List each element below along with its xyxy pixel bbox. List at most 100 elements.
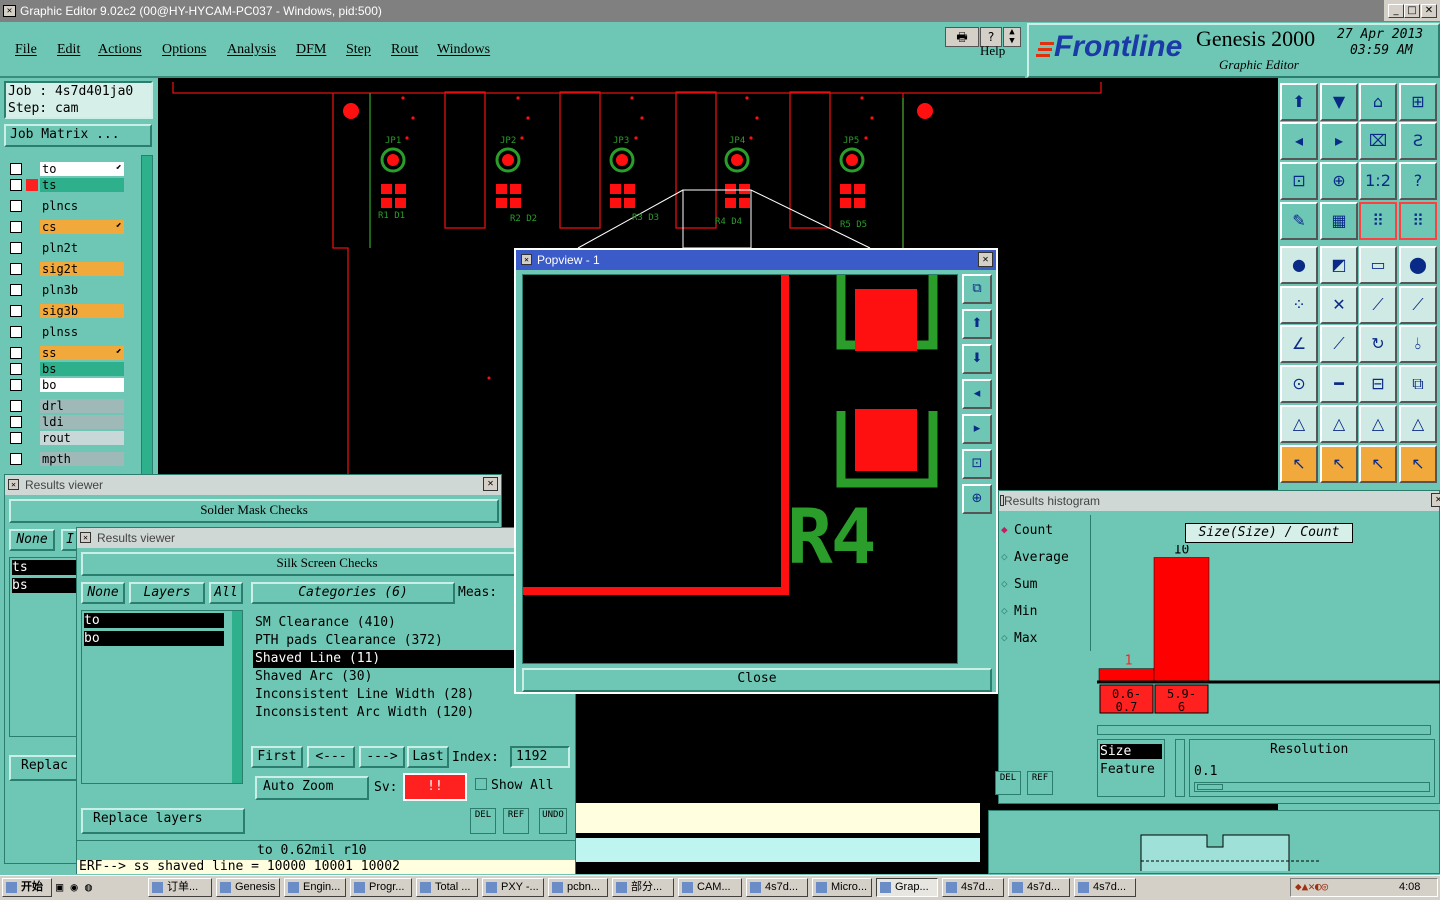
triangle-2-icon[interactable]: △ — [1320, 405, 1358, 443]
pointer-circle-icon[interactable]: ↖ — [1359, 445, 1397, 483]
pan-right-icon[interactable]: ▸ — [1320, 122, 1358, 160]
hist-max-radio[interactable]: ◇ — [1001, 631, 1008, 644]
grid-tool-icon[interactable]: ▦ — [1320, 202, 1358, 240]
menu-windows[interactable]: Windows — [437, 42, 490, 58]
layer-row-sig2t[interactable]: sig2t — [6, 261, 124, 277]
taskbar-item[interactable]: 部分... — [612, 878, 674, 897]
hist-h-scrollbar[interactable] — [1097, 725, 1431, 735]
layer-checkbox-pln3b[interactable] — [10, 284, 22, 296]
hist-min-radio[interactable]: ◇ — [1001, 604, 1008, 617]
layer-checkbox-to[interactable] — [10, 163, 22, 175]
rv2-first-button[interactable]: First — [251, 746, 303, 768]
hist-resolution-thumb[interactable] — [1197, 784, 1223, 790]
taskbar-item[interactable]: 订单... — [148, 878, 212, 897]
pointer-icon[interactable]: ↖ — [1280, 445, 1318, 483]
layer-checkbox-bo[interactable] — [10, 379, 22, 391]
rv2-layer-item-to[interactable]: to — [84, 613, 224, 628]
menu-help[interactable]: Help — [980, 43, 1005, 59]
hist-count-label[interactable]: Count — [1014, 523, 1053, 538]
layer-row-pln3b[interactable]: pln3b — [6, 282, 124, 298]
graph-edit-icon[interactable]: ◩ — [1320, 246, 1358, 284]
menu-analysis[interactable]: Analysis — [227, 42, 276, 58]
layer-checkbox-rout[interactable] — [10, 432, 22, 444]
layer-row-to[interactable]: to ⬋ — [6, 161, 124, 177]
layer-name-mpth[interactable]: mpth — [40, 452, 124, 466]
zoom-extent-icon[interactable]: ⊡ — [1280, 162, 1318, 200]
layer-checkbox-ldi[interactable] — [10, 416, 22, 428]
menu-options[interactable]: Options — [162, 42, 206, 58]
rv2-layers-button[interactable]: Layers — [129, 582, 205, 604]
popview-canvas[interactable]: R4 — [522, 274, 958, 664]
ruler-icon[interactable]: ▭ — [1359, 246, 1397, 284]
layer-name-ldi[interactable]: ldi — [40, 415, 124, 429]
job-matrix-button[interactable]: Job Matrix ... — [4, 124, 152, 147]
hist-resolution-slider[interactable] — [1194, 782, 1430, 792]
layer-row-ss[interactable]: ss ⬋ — [6, 345, 124, 361]
arc-rotate-icon[interactable]: ↻ — [1359, 325, 1397, 363]
menu-step[interactable]: Step — [346, 42, 371, 58]
taskbar-item[interactable]: Grap... — [876, 878, 938, 897]
menu-actions[interactable]: Actions — [98, 42, 142, 58]
menu-dfm[interactable]: DFM — [296, 42, 326, 58]
layer-checkbox-drl[interactable] — [10, 400, 22, 412]
layer-name-cs[interactable]: cs — [40, 220, 124, 234]
rv2-all-button[interactable]: All — [209, 582, 243, 604]
cross-node-icon[interactable]: ✕ — [1320, 286, 1358, 324]
layer-checkbox-plnss[interactable] — [10, 326, 22, 338]
minimize-button[interactable]: _ — [1388, 4, 1404, 18]
line-angle-icon[interactable]: ∠ — [1280, 325, 1318, 363]
zoom-grid-icon[interactable]: ⊞ — [1399, 83, 1437, 121]
layer-row-sig3b[interactable]: sig3b — [6, 303, 124, 319]
zoom-center-icon[interactable]: ⊕ — [1320, 162, 1358, 200]
layer-name-ts[interactable]: ts — [40, 178, 124, 192]
layer-name-to[interactable]: to — [40, 162, 124, 176]
move-feature-icon[interactable]: ⊙ — [1280, 365, 1318, 403]
popview-close-icon[interactable]: ✕ — [978, 252, 993, 267]
select-target-icon[interactable]: ● — [1280, 246, 1318, 284]
hist-resolution-value[interactable]: 0.1 — [1194, 764, 1217, 779]
taskbar-item[interactable]: Genesis — [216, 878, 280, 897]
layer-row-ldi[interactable]: ldi — [6, 414, 124, 430]
layer-name-drl[interactable]: drl — [40, 399, 124, 413]
taskbar-item[interactable]: PXY -... — [482, 878, 544, 897]
layer-scrollbar[interactable] — [141, 155, 153, 475]
maximize-button[interactable]: □ — [1404, 4, 1420, 18]
layer-name-bo[interactable]: bo — [40, 378, 124, 392]
layer-row-plnss[interactable]: plnss — [6, 324, 124, 340]
group-icon[interactable]: ⧉ — [1399, 365, 1437, 403]
taskbar-item[interactable]: Engin... — [284, 878, 346, 897]
zoom-fit-icon[interactable]: ⌧ — [1359, 122, 1397, 160]
rv2-autozoom-button[interactable]: Auto Zoom — [255, 776, 369, 800]
layer-name-pln3b[interactable]: pln3b — [40, 283, 124, 297]
layer-row-bs[interactable]: bs — [6, 361, 124, 377]
line-horizontal-icon[interactable]: ━ — [1320, 365, 1358, 403]
rv2-cat-arc-width[interactable]: Inconsistent Arc Width (120) — [255, 704, 474, 722]
line-pair-icon[interactable]: ⟋ — [1399, 286, 1437, 324]
layer-name-plnss[interactable]: plnss — [40, 325, 124, 339]
hist-axis-feature[interactable]: Feature — [1100, 762, 1155, 777]
rv2-cat-pth[interactable]: PTH pads Clearance (372) — [255, 632, 443, 650]
zoom-down-icon[interactable]: ▼ — [1320, 83, 1358, 121]
triangle-3-icon[interactable]: △ — [1359, 405, 1397, 443]
tray-icons[interactable]: ◆▲✕◐◎ — [1295, 880, 1328, 893]
triangle-1-icon[interactable]: △ — [1280, 405, 1318, 443]
hist-sum-radio[interactable]: ◇ — [1001, 577, 1008, 590]
rv1-none-button[interactable]: None — [9, 529, 55, 551]
layer-name-pln2t[interactable]: pln2t — [40, 241, 124, 255]
rv2-layer-scrollbar[interactable] — [232, 611, 242, 783]
rv2-layer-item-bo[interactable]: bo — [84, 631, 224, 646]
hist-min-label[interactable]: Min — [1014, 604, 1037, 619]
layer-row-mpth[interactable]: mpth — [6, 451, 124, 467]
hist-average-radio[interactable]: ◇ — [1001, 550, 1008, 563]
taskbar-item[interactable]: Total ... — [416, 878, 478, 897]
layer-row-ts[interactable]: ts — [6, 177, 124, 193]
pop-up-icon[interactable]: ⬆ — [962, 309, 992, 339]
popview-close-button[interactable]: Close — [522, 668, 992, 692]
taskbar-item[interactable]: Progr... — [350, 878, 412, 897]
cut-line-icon[interactable]: ⫰ — [1399, 325, 1437, 363]
rv2-undo-button[interactable]: UNDO — [539, 808, 567, 834]
menu-edit[interactable]: Edit — [57, 42, 80, 58]
rv2-del-button[interactable]: DEL — [470, 808, 496, 834]
taskbar-item[interactable]: Micro... — [812, 878, 872, 897]
close-window-button[interactable]: ✕ — [1421, 4, 1437, 18]
